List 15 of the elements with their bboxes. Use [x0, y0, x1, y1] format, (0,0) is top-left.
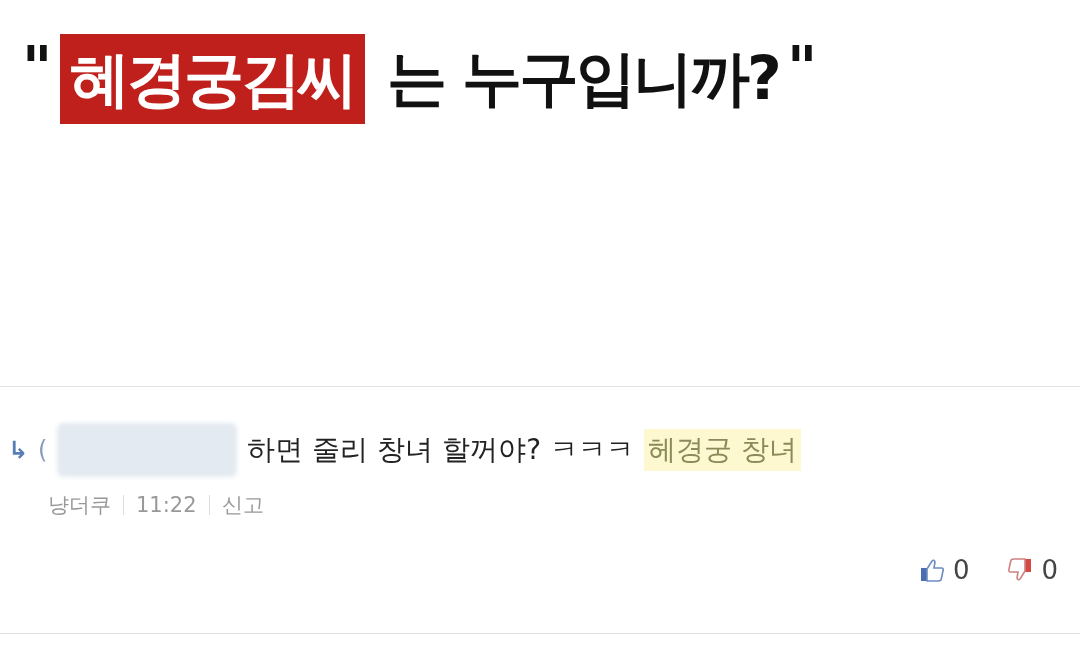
report-link[interactable]: 신고	[221, 491, 264, 519]
quote-mark: "	[786, 34, 818, 102]
parenthesis: (	[38, 436, 48, 464]
highlighted-headline-text: 혜경궁김씨	[60, 34, 366, 124]
reply-marker: ↳	[8, 436, 29, 464]
headline-text: 는 누구입니까?	[387, 41, 779, 115]
highlighted-comment-text: 헤경궁 창녀	[643, 429, 801, 471]
thumbs-down-icon[interactable]	[1007, 557, 1034, 583]
author-name[interactable]: 냥더쿠	[48, 491, 111, 519]
quote-mark: "	[22, 34, 53, 102]
comment-time: 11:22	[136, 493, 197, 517]
thumbs-up-icon[interactable]	[918, 557, 945, 583]
like-count: 0	[952, 555, 970, 585]
dislike-count: 0	[1041, 555, 1058, 585]
comment-text: 하면 줄리 창녀 할꺼야? ㅋㅋㅋ	[247, 432, 634, 468]
